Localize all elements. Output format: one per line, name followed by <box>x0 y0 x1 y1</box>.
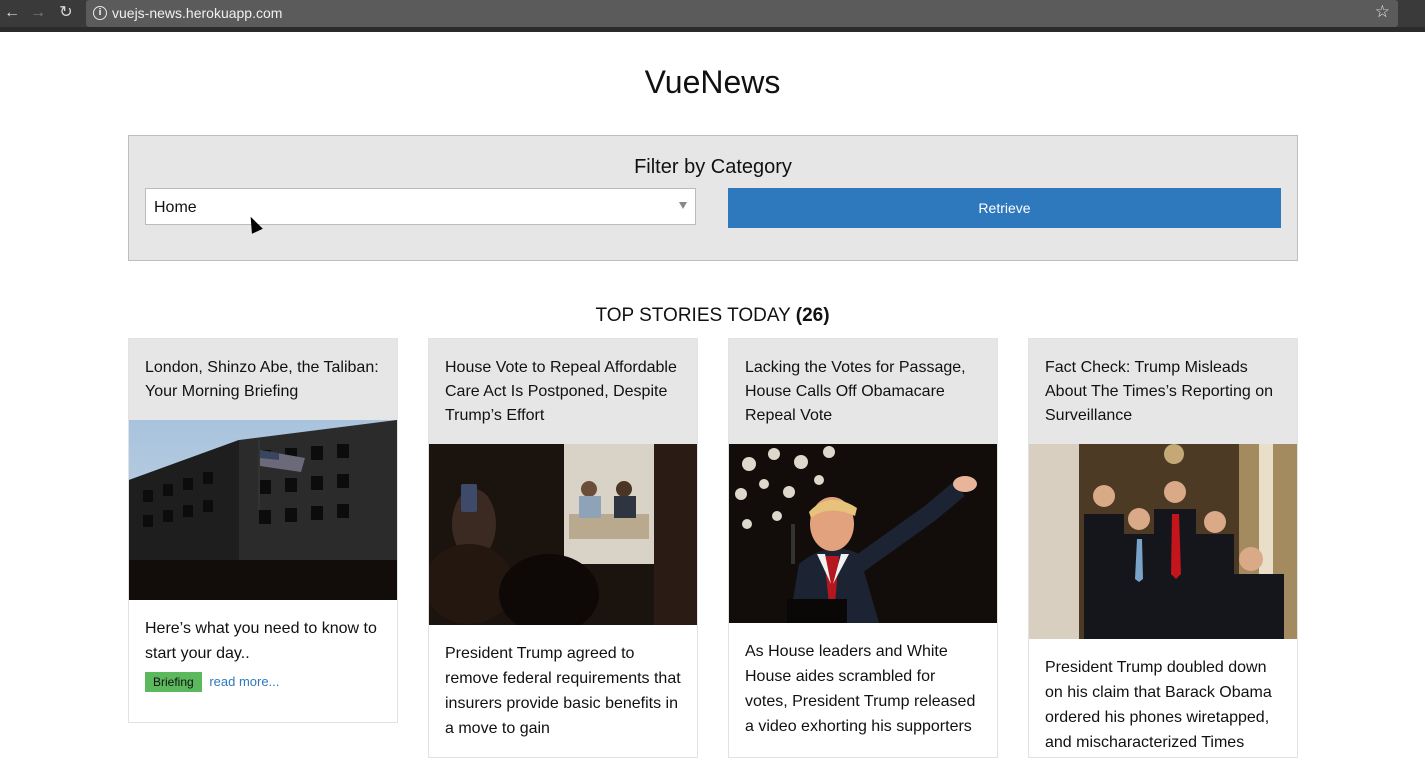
story-image[interactable] <box>129 420 397 600</box>
story-card: London, Shinzo Abe, the Taliban: Your Mo… <box>128 338 398 723</box>
story-image[interactable] <box>1029 444 1297 639</box>
page-title: VueNews <box>644 64 781 100</box>
story-abstract: Here’s what you need to know to start yo… <box>145 620 377 662</box>
category-select-value: Home <box>154 199 197 216</box>
address-bar[interactable]: i vuejs-news.herokuapp.com ☆ <box>86 0 1398 27</box>
info-icon[interactable]: i <box>93 6 107 20</box>
forward-icon[interactable]: → <box>28 3 48 23</box>
story-meta: Briefing read more... <box>129 666 397 708</box>
read-more-link[interactable]: read more... <box>209 674 279 689</box>
bookmark-star-icon[interactable]: ☆ <box>1375 2 1390 22</box>
story-abstract: As House leaders and White House aides s… <box>745 643 976 735</box>
story-title[interactable]: Fact Check: Trump Misleads About The Tim… <box>1029 339 1297 444</box>
story-abstract: President Trump agreed to remove federal… <box>445 645 681 737</box>
story-image[interactable] <box>729 444 997 623</box>
speaker-podium-photo <box>729 444 997 623</box>
category-select[interactable]: Home <box>145 188 696 225</box>
section-badge: Briefing <box>145 672 202 692</box>
browser-chrome: ← → ↻ i vuejs-news.herokuapp.com ☆ <box>0 0 1425 32</box>
stories-heading: TOP STORIES TODAY (26) <box>0 305 1425 327</box>
retrieve-button[interactable]: Retrieve <box>728 188 1281 228</box>
filter-panel: Filter by Category Home Retrieve <box>128 135 1298 261</box>
building-flag-image <box>129 420 397 600</box>
story-card: Lacking the Votes for Passage, House Cal… <box>728 338 998 758</box>
story-title[interactable]: Lacking the Votes for Passage, House Cal… <box>729 339 997 444</box>
hallway-crowd-photo <box>1029 444 1297 639</box>
filter-title: Filter by Category <box>634 156 792 178</box>
stories-count: (26) <box>795 305 830 326</box>
chevron-down-icon <box>679 202 687 209</box>
story-card: Fact Check: Trump Misleads About The Tim… <box>1028 338 1298 758</box>
reload-icon[interactable]: ↻ <box>56 3 76 23</box>
back-icon[interactable]: ← <box>2 3 22 23</box>
browser-toolbar: ← → ↻ i vuejs-news.herokuapp.com ☆ <box>0 0 1425 27</box>
address-url[interactable]: vuejs-news.herokuapp.com <box>112 5 282 21</box>
story-title[interactable]: House Vote to Repeal Affordable Care Act… <box>429 339 697 444</box>
stories-heading-label: TOP STORIES TODAY <box>595 305 791 326</box>
meeting-phone-photo <box>429 444 697 625</box>
story-image[interactable] <box>429 444 697 625</box>
story-card: House Vote to Repeal Affordable Care Act… <box>428 338 698 758</box>
story-abstract: President Trump doubled down on his clai… <box>1045 659 1272 751</box>
story-title[interactable]: London, Shinzo Abe, the Taliban: Your Mo… <box>129 339 397 420</box>
